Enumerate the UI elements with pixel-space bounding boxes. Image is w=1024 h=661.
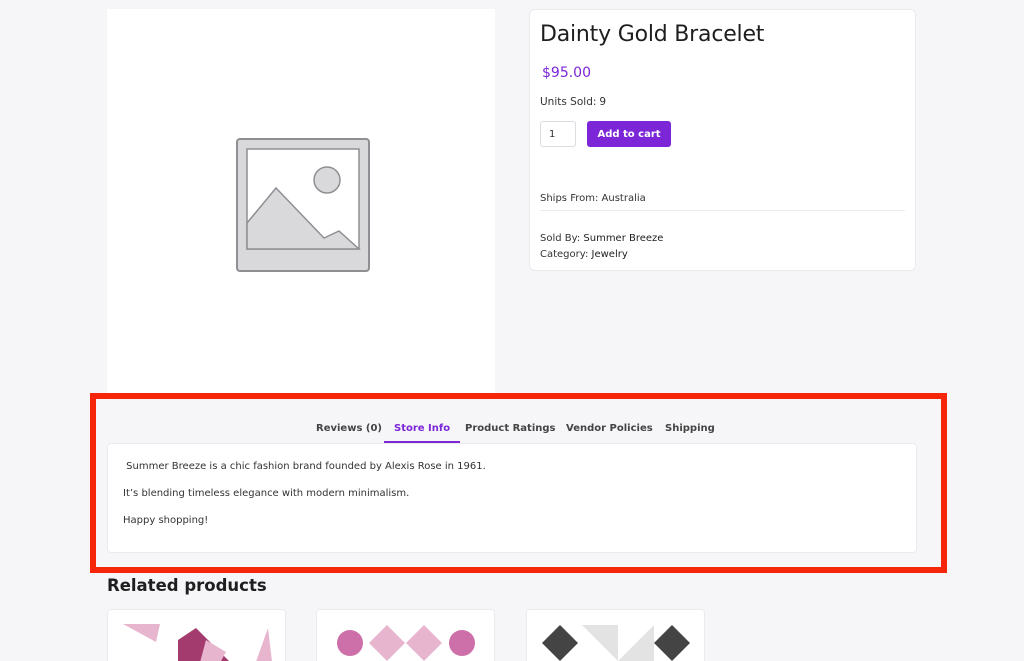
product-summary-card: Dainty Gold Bracelet $95.00 Units Sold: 9… (529, 9, 916, 271)
related-product-card[interactable] (526, 609, 705, 661)
product-image-panel (107, 9, 495, 393)
product-price: $95.00 (542, 65, 591, 81)
ships-from-label: Ships From: (540, 193, 599, 204)
vendor-link[interactable]: Summer Breeze (583, 233, 663, 244)
store-info-line-1: Summer Breeze is a chic fashion brand fo… (123, 461, 486, 472)
category-label: Category: (540, 249, 589, 260)
ships-from: Ships From: Australia (540, 193, 646, 204)
units-sold-label: Units Sold: (540, 96, 597, 108)
product-tabs: Reviews (0) Store Info Product Ratings V… (0, 419, 1024, 443)
tab-vendor-policies[interactable]: Vendor Policies (566, 419, 653, 443)
product-thumbnail (123, 624, 272, 661)
category: Category: Jewelry (540, 249, 628, 260)
related-products-title: Related products (107, 576, 267, 595)
quantity-input[interactable] (540, 121, 576, 147)
ships-from-value: Australia (601, 193, 646, 204)
tab-product-ratings[interactable]: Product Ratings (465, 419, 555, 443)
store-info-panel: Summer Breeze is a chic fashion brand fo… (107, 443, 917, 553)
tab-store-info[interactable]: Store Info (384, 419, 461, 443)
store-info-line-2: It’s blending timeless elegance with mod… (123, 488, 410, 499)
related-product-card[interactable] (107, 609, 286, 661)
product-thumbnail (337, 625, 475, 661)
related-product-card[interactable] (316, 609, 495, 661)
tab-reviews[interactable]: Reviews (0) (316, 419, 382, 443)
product-thumbnail (542, 625, 690, 661)
divider (540, 210, 905, 211)
image-placeholder-icon (236, 138, 370, 272)
units-sold-value: 9 (599, 96, 607, 108)
product-title: Dainty Gold Bracelet (540, 22, 765, 47)
sold-by: Sold By: Summer Breeze (540, 233, 663, 244)
category-link[interactable]: Jewelry (592, 249, 628, 260)
units-sold: Units Sold: 9 (540, 96, 606, 108)
tab-shipping[interactable]: Shipping (665, 419, 715, 443)
add-to-cart-button[interactable]: Add to cart (587, 121, 671, 147)
store-info-line-3: Happy shopping! (123, 515, 209, 526)
sold-by-label: Sold By: (540, 233, 581, 244)
